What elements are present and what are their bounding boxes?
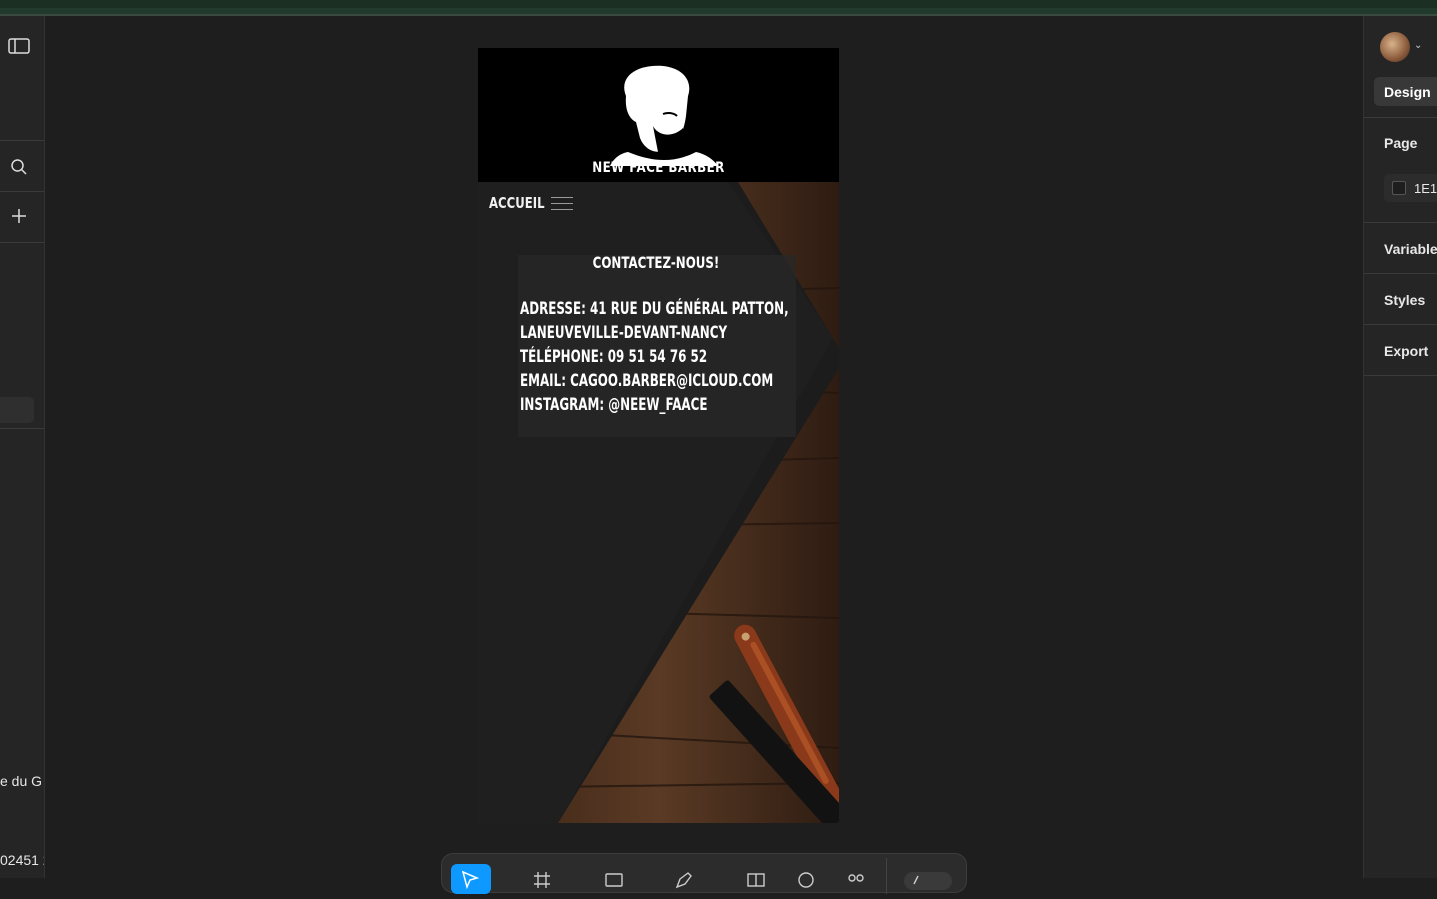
contact-email-line: EMAIL: CAGOO.BARBER@ICLOUD.COM [520,371,774,391]
right-panel: ⌄ Design Page 1E1 Variable Styles Export [1363,16,1437,878]
text-tool-icon[interactable] [746,870,766,890]
hamburger-menu-icon[interactable] [551,197,573,213]
contact-instagram-line: INSTAGRAM: @NEEW_FAACE [520,395,708,415]
variables-section-label[interactable]: Variable [1384,241,1437,257]
user-avatar[interactable] [1380,32,1410,62]
chevron-down-icon[interactable]: ⌄ [1414,40,1422,51]
bottom-toolbar [441,853,967,894]
move-tool-button[interactable] [451,864,491,894]
dev-mode-toggle-icon[interactable] [904,870,952,890]
page-color-value[interactable]: 1E1 [1414,181,1437,196]
layer-text-fragment[interactable]: e du G [0,773,44,789]
left-sidebar: e du G 02451 2 [0,16,45,878]
nav-accueil-link[interactable]: ACCUEIL [489,194,545,212]
resources-tool-icon[interactable] [846,870,866,890]
barber-logo-icon [610,65,718,166]
search-icon[interactable] [4,152,34,182]
contact-city-line: LANEUVEVILLE-DEVANT-NANCY [520,323,728,343]
frame-tool-icon[interactable] [532,870,552,890]
add-icon[interactable] [4,201,34,231]
tab-design[interactable]: Design [1374,77,1437,106]
contact-address-line: ADRESSE: 41 RUE DU GÉNÉRAL PATTON, [520,299,789,319]
layer-text-fragment[interactable]: 02451 2 [0,852,44,868]
brand-name: NEW FACE BARBER [592,160,725,176]
mobile-frame[interactable]: NEW FACE BARBER ACCUEIL CONTACTEZ-NOUS! … [478,48,839,823]
pen-tool-icon[interactable] [674,870,694,890]
window-top-bar [0,0,1437,16]
comment-tool-icon[interactable] [796,870,816,890]
contact-phone-line: TÉLÉPHONE: 09 51 54 76 52 [520,347,708,367]
export-section-label[interactable]: Export [1384,343,1428,359]
site-header: NEW FACE BARBER [478,48,839,182]
selected-layer-row[interactable] [0,397,34,423]
rectangle-tool-icon[interactable] [604,870,624,890]
toggle-sidebar-icon[interactable] [4,31,34,61]
styles-section-label[interactable]: Styles [1384,292,1425,308]
page-color-swatch[interactable] [1392,181,1406,195]
contact-title: CONTACTEZ-NOUS! [592,253,720,272]
page-section-label: Page [1384,135,1418,151]
